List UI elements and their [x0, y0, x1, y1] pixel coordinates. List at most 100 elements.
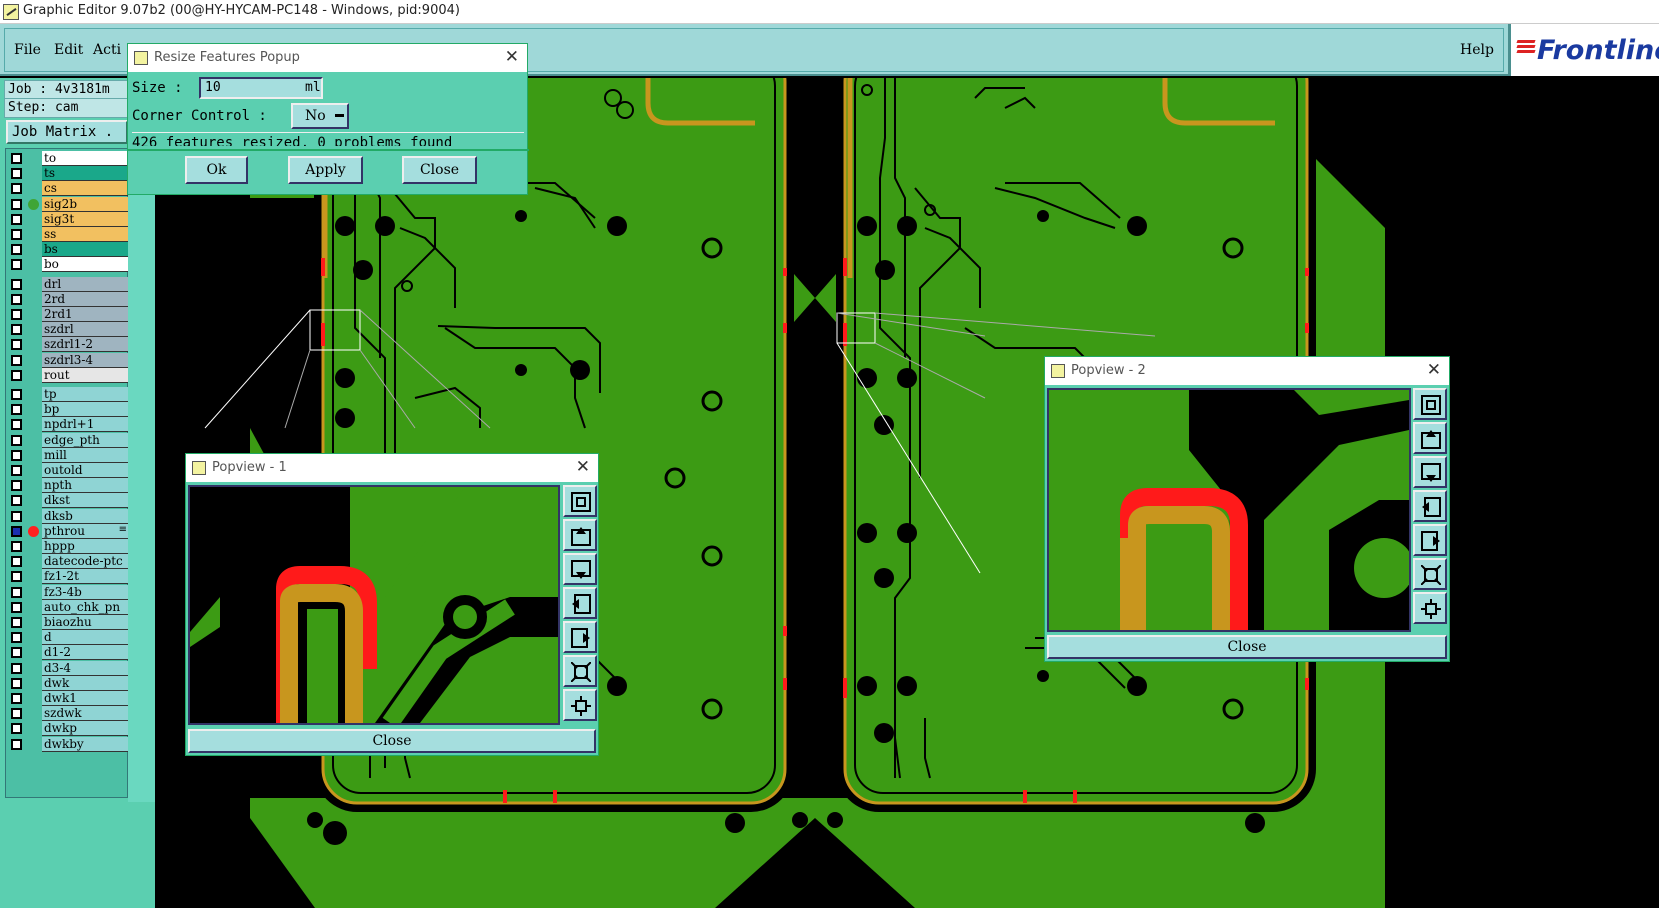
corner-control-select[interactable]: No — [291, 103, 349, 129]
layer-name[interactable]: npth — [42, 478, 129, 494]
layer-checkbox[interactable] — [11, 404, 22, 416]
layer-row[interactable]: dkst — [6, 493, 129, 509]
layer-checkbox[interactable] — [11, 259, 22, 271]
layer-checkbox[interactable] — [11, 434, 22, 446]
layer-row[interactable]: rout — [6, 367, 129, 383]
layer-checkbox[interactable] — [11, 677, 22, 689]
layer-name[interactable]: pthrou — [42, 523, 129, 539]
layer-name[interactable]: szdrl3-4 — [42, 352, 129, 368]
layer-name[interactable]: d — [42, 630, 129, 646]
layer-checkbox[interactable] — [11, 449, 22, 461]
layer-checkbox[interactable] — [11, 339, 22, 351]
layer-checkbox[interactable] — [11, 571, 22, 583]
zoom-in-icon[interactable] — [1413, 388, 1447, 420]
layer-row[interactable]: szdrl1-2 — [6, 337, 129, 353]
pan-right-icon[interactable] — [1413, 524, 1447, 556]
layer-checkbox[interactable] — [11, 153, 22, 164]
pan-down-icon[interactable] — [563, 553, 597, 585]
layer-name[interactable]: sig3t — [42, 211, 129, 227]
layer-name[interactable]: npdrl+1 — [42, 417, 129, 433]
layer-checkbox[interactable] — [11, 723, 22, 735]
layer-row[interactable]: d1-2 — [6, 645, 129, 661]
layer-row[interactable]: dwk1 — [6, 691, 129, 706]
layer-name[interactable]: edge_pth — [42, 432, 129, 448]
zoom-fit-icon[interactable] — [1413, 592, 1447, 624]
layer-row[interactable]: pthrou ≡ — [6, 523, 129, 539]
layer-name[interactable]: szdwk — [42, 706, 129, 722]
layer-row[interactable]: ts — [6, 166, 129, 182]
layer-checkbox[interactable] — [11, 278, 22, 290]
layer-row[interactable]: bp — [6, 402, 129, 418]
layer-checkbox[interactable] — [11, 541, 22, 552]
pan-up-icon[interactable] — [563, 519, 597, 551]
close-icon[interactable]: ✕ — [505, 47, 519, 67]
menu-file[interactable]: File — [14, 42, 41, 58]
popview-1-canvas[interactable] — [188, 485, 560, 725]
layer-name[interactable]: bs — [42, 242, 129, 258]
layer-checkbox[interactable] — [11, 693, 22, 704]
layer-checkbox[interactable] — [11, 419, 22, 431]
layer-row[interactable]: to — [6, 151, 129, 166]
pan-left-icon[interactable] — [563, 587, 597, 619]
pan-down-icon[interactable] — [1413, 456, 1447, 488]
layer-name[interactable]: rout — [42, 367, 129, 383]
layer-checkbox[interactable] — [11, 495, 22, 507]
layer-checkbox[interactable] — [11, 213, 22, 225]
layer-row[interactable]: datecode-ptc — [6, 554, 129, 570]
layer-checkbox[interactable] — [11, 525, 22, 537]
close-icon[interactable]: ✕ — [576, 457, 590, 477]
zoom-in-icon[interactable] — [563, 485, 597, 517]
layer-name[interactable]: bp — [42, 402, 129, 418]
layer-row[interactable]: szdrl — [6, 322, 129, 338]
zoom-out-icon[interactable] — [563, 655, 597, 687]
menu-edit[interactable]: Edit — [54, 42, 83, 58]
layer-row[interactable]: dksb — [6, 508, 129, 524]
apply-button[interactable]: Apply — [288, 156, 363, 184]
pan-left-icon[interactable] — [1413, 490, 1447, 522]
layer-name[interactable]: fz3-4b — [42, 584, 129, 600]
layer-checkbox[interactable] — [11, 556, 22, 568]
layer-row[interactable]: dwkby — [6, 736, 129, 752]
menu-action[interactable]: Acti — [93, 42, 121, 58]
layer-row[interactable]: fz3-4b — [6, 584, 129, 600]
layer-name[interactable]: mill — [42, 447, 129, 463]
popview-2-close-button[interactable]: Close — [1047, 635, 1447, 659]
layer-checkbox[interactable] — [11, 738, 22, 750]
layer-name[interactable]: szdrl — [42, 322, 129, 338]
layer-checkbox[interactable] — [11, 229, 22, 240]
layer-checkbox[interactable] — [11, 324, 22, 336]
layer-name[interactable]: dwkby — [42, 736, 129, 752]
layer-row[interactable]: 2rd1 — [6, 307, 129, 322]
layer-name[interactable]: biaozhu — [42, 615, 129, 630]
layer-row[interactable]: npdrl+1 — [6, 417, 129, 433]
layer-name[interactable]: d1-2 — [42, 645, 129, 661]
layer-row[interactable]: hppp — [6, 539, 129, 554]
layer-checkbox[interactable] — [11, 244, 22, 256]
layer-checkbox[interactable] — [11, 586, 22, 598]
job-matrix-button[interactable]: Job Matrix . — [6, 120, 128, 144]
layer-row[interactable]: dwkp — [6, 721, 129, 737]
pan-right-icon[interactable] — [563, 621, 597, 653]
layer-checkbox[interactable] — [11, 662, 22, 674]
layer-row[interactable]: mill — [6, 447, 129, 463]
layer-checkbox[interactable] — [11, 183, 22, 195]
layer-row[interactable]: 2rd — [6, 291, 129, 307]
close-icon[interactable]: ✕ — [1427, 360, 1441, 380]
layer-name[interactable]: to — [42, 151, 129, 166]
layer-checkbox[interactable] — [11, 601, 22, 613]
layer-row[interactable]: tp — [6, 387, 129, 402]
layer-name[interactable]: auto_chk_pn — [42, 599, 129, 615]
layer-row[interactable]: edge_pth — [6, 432, 129, 448]
layer-name[interactable]: hppp — [42, 539, 129, 554]
layer-checkbox[interactable] — [11, 480, 22, 492]
layer-row[interactable]: auto_chk_pn — [6, 599, 129, 615]
layer-name[interactable]: bo — [42, 257, 129, 273]
layer-checkbox[interactable] — [11, 309, 22, 320]
layer-name[interactable]: dwk — [42, 675, 129, 691]
layer-checkbox[interactable] — [11, 708, 22, 720]
layer-checkbox[interactable] — [11, 465, 22, 476]
popview-1-close-button[interactable]: Close — [188, 729, 596, 753]
layer-name[interactable]: dwk1 — [42, 691, 129, 706]
layer-checkbox[interactable] — [11, 632, 22, 644]
layer-row[interactable]: cs — [6, 181, 129, 197]
